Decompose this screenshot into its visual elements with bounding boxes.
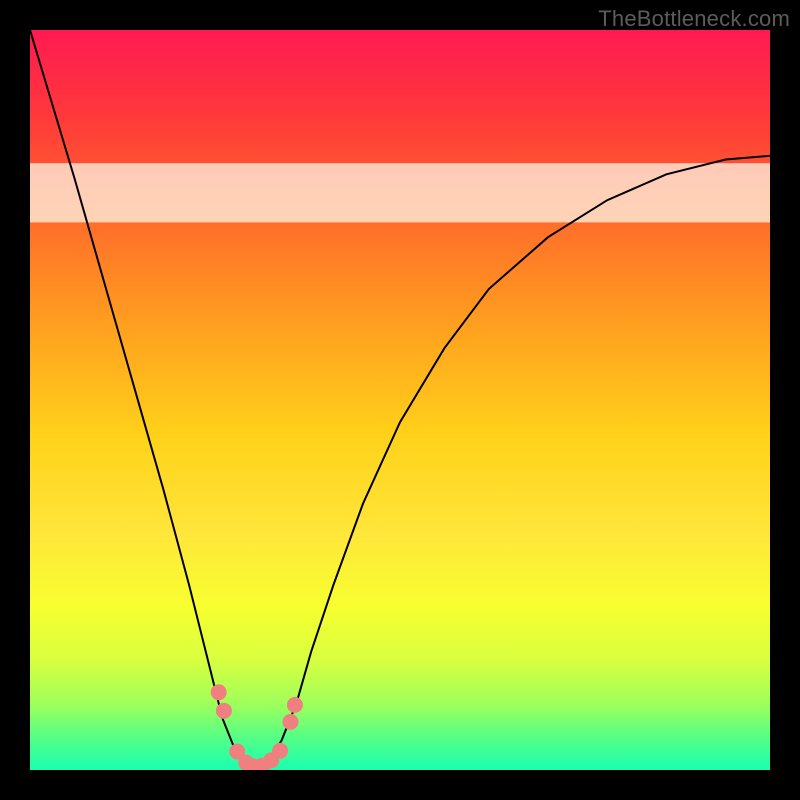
- chart-plot-area: [30, 30, 770, 770]
- curve-markers: [211, 684, 303, 770]
- chart-outer-frame: TheBottleneck.com: [0, 0, 800, 800]
- bottleneck-curve: [30, 30, 770, 770]
- curve-marker: [211, 684, 227, 700]
- curve-marker: [287, 697, 303, 713]
- curve-marker: [216, 703, 232, 719]
- curve-marker: [272, 743, 288, 759]
- highlight-band: [30, 163, 770, 222]
- curve-marker: [283, 714, 299, 730]
- watermark-text: TheBottleneck.com: [598, 6, 790, 32]
- chart-svg: [30, 30, 770, 770]
